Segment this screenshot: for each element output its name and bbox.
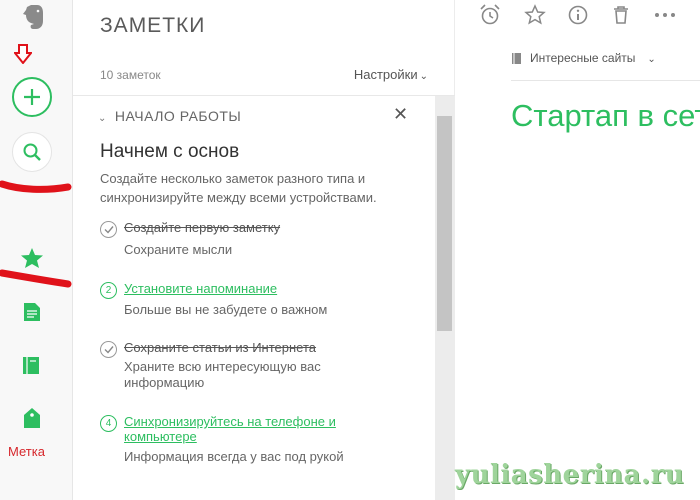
shortcuts-star-icon[interactable] [20, 247, 44, 269]
annotation-scribble [0, 269, 72, 288]
notes-panel-title: ЗАМЕТКИ [100, 14, 206, 37]
new-note-button[interactable] [12, 77, 52, 117]
notes-count: 10 заметок [100, 68, 161, 82]
left-sidebar: Метка [0, 0, 73, 500]
step-subtitle: Информация всегда у вас под рукой [124, 449, 344, 464]
divider [511, 80, 700, 81]
notebooks-icon[interactable] [22, 355, 41, 375]
star-icon[interactable] [524, 4, 546, 26]
plus-icon [24, 89, 40, 105]
scrollbar[interactable] [435, 96, 454, 500]
note-title[interactable]: Стартап в сети [511, 98, 700, 134]
getting-started-toggle[interactable]: ⌄ НАЧАЛО РАБОТЫ [98, 108, 241, 124]
step-link[interactable]: Синхронизируйтесь на телефоне и компьюте… [124, 414, 384, 444]
getting-started-card: ⌄ НАЧАЛО РАБОТЫ ✕ Начнем с основ Создайте… [98, 96, 428, 500]
note-editor: Интересные сайты ⌄ Стартап в сети [455, 0, 700, 500]
scrollbar-thumb[interactable] [437, 116, 452, 331]
step-subtitle: Сохраните мысли [124, 242, 233, 257]
search-icon [23, 143, 41, 161]
search-button[interactable] [12, 132, 52, 172]
getting-started-header: НАЧАЛО РАБОТЫ [114, 108, 242, 124]
notebook-icon [512, 53, 521, 64]
chevron-down-icon: ⌄ [419, 71, 428, 82]
step-title: Создайте первую заметку [124, 220, 281, 235]
notebook-selector[interactable]: Интересные сайты ⌄ [530, 51, 656, 65]
watermark: yuliasherina.ru [455, 460, 685, 490]
step-number-badge: 4 [100, 415, 117, 432]
getting-started-heading: Начнем с основ [100, 141, 240, 162]
check-icon [100, 221, 117, 238]
chevron-down-icon: ⌄ [647, 54, 656, 65]
step-title: Сохраните статьи из Интернета [124, 340, 317, 355]
trash-icon[interactable] [610, 4, 632, 26]
settings-label: Настройки [353, 67, 418, 82]
notebook-name: Интересные сайты [530, 51, 636, 65]
close-icon[interactable]: ✕ [393, 104, 408, 125]
step-link[interactable]: Установите напоминание [124, 281, 384, 296]
tag-icon[interactable] [23, 407, 41, 429]
more-options-icon[interactable] [653, 4, 677, 26]
settings-dropdown[interactable]: Настройки ⌄ [354, 67, 428, 82]
notes-list-panel: ЗАМЕТКИ 10 заметок Настройки ⌄ ⌄ НАЧАЛО РА… [73, 0, 455, 500]
annotation-arrow-down-icon [14, 44, 32, 64]
step-number-badge: 2 [100, 282, 117, 299]
evernote-elephant-icon[interactable] [22, 4, 46, 30]
info-icon[interactable] [567, 4, 589, 26]
check-icon [100, 341, 117, 358]
notes-icon[interactable] [23, 302, 41, 322]
step-subtitle: Больше вы не забудете о важном [124, 302, 328, 317]
step-subtitle: Храните всю интересующую вас информацию [124, 359, 321, 390]
reminder-alarm-icon[interactable] [479, 4, 501, 26]
tag-label[interactable]: Метка [8, 444, 45, 459]
annotation-scribble [0, 180, 72, 193]
chevron-down-icon: ⌄ [98, 113, 107, 124]
getting-started-intro: Создайте несколько заметок разного типа … [100, 171, 377, 205]
